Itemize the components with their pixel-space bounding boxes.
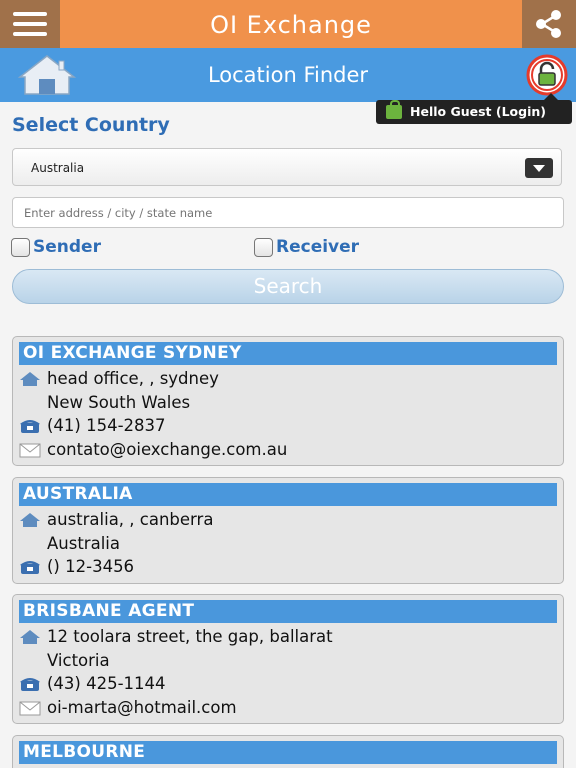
- phone-icon: [20, 678, 40, 691]
- login-tooltip[interactable]: Hello Guest (Login): [376, 93, 572, 124]
- app-title: OI Exchange: [210, 11, 372, 39]
- receiver-checkbox[interactable]: [254, 237, 273, 257]
- home-icon[interactable]: [14, 53, 80, 97]
- email-icon: [19, 701, 41, 715]
- receiver-label: Receiver: [276, 237, 360, 257]
- email-icon: [19, 443, 41, 457]
- address-row-2: New South Wales: [13, 391, 563, 415]
- select-country-heading: Select Country: [12, 114, 170, 136]
- menu-icon[interactable]: [0, 0, 60, 48]
- phone-row[interactable]: (43) 425-1144: [13, 672, 563, 696]
- location-card[interactable]: BRISBANE AGENT 12 toolara street, the ga…: [12, 594, 564, 724]
- country-value: Australia: [31, 161, 85, 175]
- phone-icon: [20, 561, 40, 574]
- state-line: Australia: [47, 533, 120, 553]
- email-row[interactable]: oi-marta@hotmail.com: [13, 696, 563, 720]
- email-row[interactable]: contato@oiexchange.com.au: [13, 438, 563, 462]
- country-select[interactable]: Australia: [12, 148, 562, 186]
- sender-filter[interactable]: Sender: [11, 236, 101, 258]
- address-line: head office, , sydney: [47, 369, 219, 388]
- small-lock-icon: [386, 100, 402, 119]
- home-small-icon: [20, 630, 40, 644]
- email-address[interactable]: contato@oiexchange.com.au: [47, 440, 287, 459]
- phone-number[interactable]: (43) 425-1144: [47, 674, 166, 693]
- tooltip-arrow: [544, 93, 558, 100]
- page-title: Location Finder: [207, 63, 369, 87]
- address-row: 12 toolara street, the gap, ballarat: [13, 625, 563, 649]
- phone-row[interactable]: () 12-3456: [13, 555, 563, 579]
- sender-label: Sender: [33, 237, 101, 257]
- header-bar: Location Finder: [0, 48, 576, 102]
- address-line: australia, , canberra: [47, 510, 214, 529]
- location-name: OI EXCHANGE SYDNEY: [19, 342, 557, 365]
- state-line: New South Wales: [47, 392, 191, 412]
- state-line: Victoria: [47, 650, 110, 670]
- email-address[interactable]: oi-marta@hotmail.com: [47, 698, 237, 717]
- address-row: head office, , sydney: [13, 367, 563, 391]
- address-row-2: Australia: [13, 532, 563, 556]
- location-name: AUSTRALIA: [19, 483, 557, 506]
- address-row: australia, , canberra: [13, 508, 563, 532]
- location-name: BRISBANE AGENT: [19, 600, 557, 623]
- address-line: 12 toolara street, the gap, ballarat: [47, 627, 333, 646]
- chevron-down-icon[interactable]: [525, 158, 553, 178]
- guest-label[interactable]: Hello Guest (Login): [410, 100, 546, 124]
- search-button[interactable]: Search: [12, 269, 564, 304]
- location-card[interactable]: MELBOURNE: [12, 735, 564, 768]
- location-card[interactable]: AUSTRALIA australia, , canberra Australi…: [12, 477, 564, 584]
- home-small-icon: [20, 513, 40, 527]
- lock-icon[interactable]: [526, 54, 568, 96]
- location-card[interactable]: OI EXCHANGE SYDNEY head office, , sydney…: [12, 336, 564, 466]
- top-bar: OI Exchange: [0, 0, 576, 48]
- address-input[interactable]: [12, 197, 564, 228]
- sender-checkbox[interactable]: [11, 237, 30, 257]
- home-small-icon: [20, 372, 40, 386]
- location-name: MELBOURNE: [19, 741, 557, 764]
- receiver-filter[interactable]: Receiver: [254, 236, 359, 258]
- share-icon[interactable]: [522, 0, 576, 48]
- phone-icon: [20, 420, 40, 433]
- address-row-2: Victoria: [13, 649, 563, 673]
- phone-row[interactable]: (41) 154-2837: [13, 414, 563, 438]
- phone-number[interactable]: (41) 154-2837: [47, 416, 166, 435]
- phone-number[interactable]: () 12-3456: [47, 557, 134, 576]
